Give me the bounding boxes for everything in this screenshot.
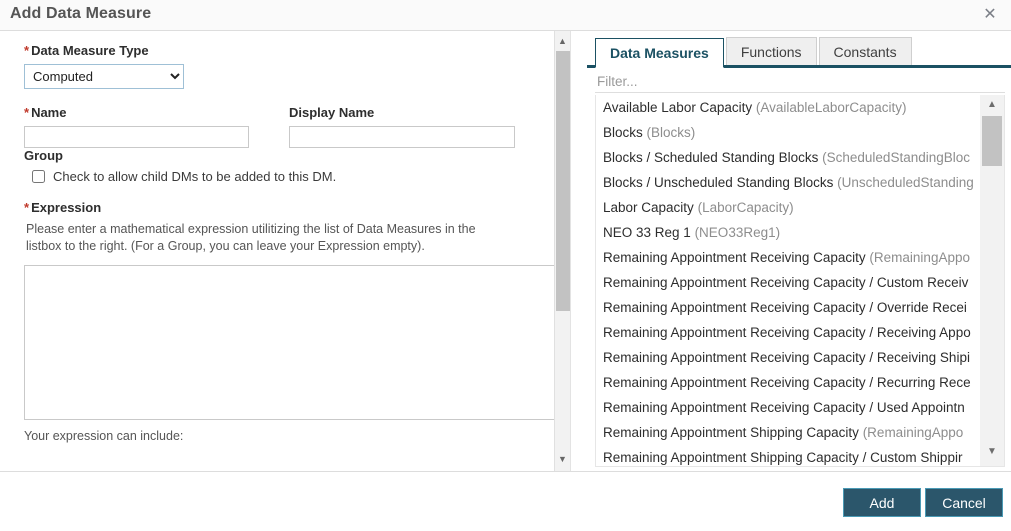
list-item-name: Blocks / Unscheduled Standing Blocks [603, 175, 834, 190]
group-checkbox-row[interactable]: Check to allow child DMs to be added to … [32, 169, 542, 184]
scroll-down-icon[interactable]: ▼ [980, 443, 1004, 461]
data-measure-type-select[interactable]: Computed [24, 64, 184, 89]
group-label: Group [24, 148, 63, 163]
list-item-name: NEO 33 Reg 1 [603, 225, 691, 240]
scrollbar-thumb[interactable] [556, 51, 570, 311]
list-item-name: Labor Capacity [603, 200, 694, 215]
list-item-code: (NEO33Reg1) [694, 225, 781, 240]
list-item[interactable]: NEO 33 Reg 1 (NEO33Reg1) [596, 220, 982, 245]
form-panel: * Data Measure Type Computed * Name Displa… [0, 31, 571, 471]
list-item[interactable]: Remaining Appointment Receiving Capacity… [596, 270, 982, 295]
list-item-code: (UnscheduledStanding [837, 175, 974, 190]
list-item[interactable]: Remaining Appointment Shipping Capacity … [596, 445, 982, 466]
list-item[interactable]: Available Labor Capacity (AvailableLabor… [596, 95, 982, 120]
name-input[interactable] [24, 126, 249, 148]
list-item-name: Remaining Appointment Receiving Capacity… [603, 375, 971, 390]
expression-textarea[interactable] [24, 265, 559, 420]
tab-data-measures[interactable]: Data Measures [595, 38, 724, 68]
list-item[interactable]: Remaining Appointment Receiving Capacity… [596, 295, 982, 320]
filter-input[interactable] [595, 71, 1005, 93]
list-item[interactable]: Remaining Appointment Receiving Capacity… [596, 370, 982, 395]
scroll-up-icon[interactable]: ▲ [980, 96, 1004, 114]
required-marker: * [24, 200, 30, 215]
list-item[interactable]: Blocks / Unscheduled Standing Blocks (Un… [596, 170, 982, 195]
data-measure-type-label-text: Data Measure Type [31, 43, 149, 58]
list-item[interactable]: Labor Capacity (LaborCapacity) [596, 195, 982, 220]
list-item-name: Remaining Appointment Shipping Capacity [603, 425, 859, 440]
group-section: Group Check to allow child DMs to be add… [24, 148, 542, 184]
list-item-name: Remaining Appointment Receiving Capacity… [603, 400, 965, 415]
list-item-code: (LaborCapacity) [697, 200, 794, 215]
list-item-code: (AvailableLaborCapacity) [755, 100, 907, 115]
group-checkbox-label: Check to allow child DMs to be added to … [53, 169, 337, 184]
list-item-code: (RemainingAppo [869, 250, 970, 265]
display-name-label: Display Name [289, 105, 375, 120]
list-item-name: Remaining Appointment Receiving Capacity… [603, 275, 969, 290]
list-item[interactable]: Remaining Appointment Receiving Capacity… [596, 345, 982, 370]
data-measure-type-label: * Data Measure Type [24, 43, 542, 58]
list-item-name: Remaining Appointment Receiving Capacity… [603, 325, 971, 340]
list-item-name: Remaining Appointment Receiving Capacity [603, 250, 866, 265]
list-item-code: (ScheduledStandingBloc [822, 150, 970, 165]
list-item-name: Remaining Appointment Shipping Capacity … [603, 450, 963, 465]
list-item-name: Remaining Appointment Receiving Capacity… [603, 350, 970, 365]
required-marker: * [24, 43, 30, 58]
data-measures-list-items: Available Labor Capacity (AvailableLabor… [596, 95, 982, 466]
dialog-body: * Data Measure Type Computed * Name Displa… [0, 31, 1011, 471]
expression-help-text: Please enter a mathematical expression u… [26, 222, 476, 253]
dialog-footer: Add Cancel [0, 471, 1011, 531]
list-item[interactable]: Remaining Appointment Receiving Capacity… [596, 395, 982, 420]
list-item[interactable]: Remaining Appointment Shipping Capacity … [596, 420, 982, 445]
expression-label: * Expression [24, 200, 542, 215]
tab-constants[interactable]: Constants [818, 37, 912, 65]
dialog-titlebar: Add Data Measure ✕ [0, 0, 1011, 31]
add-data-measure-dialog: Add Data Measure ✕ * Data Measure Type Co… [0, 0, 1011, 531]
list-item-name: Blocks / Scheduled Standing Blocks [603, 150, 819, 165]
scroll-up-icon[interactable]: ▲ [555, 33, 570, 49]
name-label-text: Name [31, 105, 67, 120]
expression-label-text: Expression [31, 200, 102, 215]
cancel-button[interactable]: Cancel [925, 488, 1003, 517]
list-item[interactable]: Remaining Appointment Receiving Capacity… [596, 245, 982, 270]
form-content: * Data Measure Type Computed * Name Displa… [0, 31, 559, 459]
reference-tabs: Data Measures Functions Constants [587, 37, 1011, 68]
form-panel-scrollbar[interactable]: ▲ ▼ [554, 31, 570, 471]
group-checkbox[interactable] [32, 170, 45, 183]
required-marker: * [24, 105, 30, 120]
close-icon[interactable]: ✕ [979, 4, 1001, 26]
list-scrollbar[interactable]: ▲ ▼ [980, 95, 1004, 466]
expression-section: * Expression Please enter a mathematical … [24, 200, 559, 443]
name-row: * Name Display Name [24, 105, 542, 148]
page-title: Add Data Measure [10, 5, 152, 22]
name-label: * Name [24, 105, 249, 120]
expression-include-text: Your expression can include: [24, 429, 184, 443]
display-name-input[interactable] [289, 126, 515, 148]
list-item[interactable]: Remaining Appointment Receiving Capacity… [596, 320, 982, 345]
list-item-code: (RemainingAppo [862, 425, 964, 440]
scroll-down-icon[interactable]: ▼ [555, 451, 570, 467]
display-name-group: Display Name [289, 105, 515, 148]
add-button[interactable]: Add [843, 488, 921, 517]
list-item-name: Blocks [603, 125, 643, 140]
tab-functions[interactable]: Functions [725, 37, 817, 65]
data-measures-list: Available Labor Capacity (AvailableLabor… [595, 95, 1005, 467]
reference-panel: Data Measures Functions Constants Availa… [587, 31, 1011, 471]
scrollbar-thumb[interactable] [982, 116, 1002, 166]
list-item-name: Available Labor Capacity [603, 100, 753, 115]
data-measure-type-group: * Data Measure Type Computed [24, 43, 542, 89]
name-group: * Name [24, 105, 249, 148]
list-item[interactable]: Blocks / Scheduled Standing Blocks (Sche… [596, 145, 982, 170]
list-item-code: (Blocks) [646, 125, 696, 140]
list-item-name: Remaining Appointment Receiving Capacity… [603, 300, 967, 315]
list-item[interactable]: Blocks (Blocks) [596, 120, 982, 145]
